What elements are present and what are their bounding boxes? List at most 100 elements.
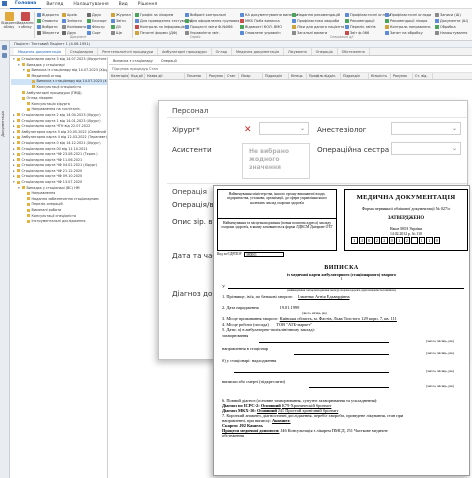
doc-tab-medical-docs-2[interactable]: Медична документація <box>232 48 284 55</box>
grid-column-header[interactable]: Підрозділ <box>341 73 369 79</box>
ribbon-btn-save[interactable]: Зберегти <box>37 30 59 36</box>
vypiska-title: ВИПИСКА <box>324 265 359 271</box>
tab-settings[interactable]: Налаштування <box>68 0 113 9</box>
line-admission: б) у стаціонарі: надходження <box>222 358 277 363</box>
anesthesiologist-combo[interactable]: ⌄ <box>391 122 461 135</box>
open-record-button[interactable]: Відкрити обліку <box>1 12 17 30</box>
ribbon: Відкрити обліку Видалити з обліку Відкри… <box>0 9 472 41</box>
doc-tab-xray[interactable]: Рентгенологічні процедури <box>98 48 159 55</box>
ribbon-group-document: Документ <box>70 35 87 39</box>
line-patient-name: 1. Прізвище, ім'я, по батькові хворого І… <box>222 294 350 299</box>
tree-item-label: Стаціонарна карта ЧФ 13.07.2020 <box>21 180 83 185</box>
tree-item-label: Стаціонарна карта ЧФ 23.08.2021 (Терап.) <box>21 152 98 157</box>
grid-column-header[interactable]: Ст. від. <box>413 73 433 79</box>
grid-column-header[interactable]: Рахунок <box>207 73 225 79</box>
tree-item-label: Стаціонарна карта ЧФ 21.12.2020 <box>21 168 83 173</box>
grid-column-header[interactable]: Кінець <box>289 73 307 79</box>
sidebar-label[interactable]: Документація <box>1 111 5 137</box>
destination-caption: (найменування і місцезнаходження закладу… <box>287 289 396 292</box>
tab-home[interactable]: Головна <box>10 0 42 9</box>
folder-icon <box>27 74 30 78</box>
tree-item-label: Направлення на госпіталіз. <box>31 107 81 112</box>
order-digit: 1 <box>396 237 403 244</box>
folder-icon <box>27 208 30 212</box>
ribbon-btn-c7-3[interactable]: Оновлене управлін <box>240 30 298 36</box>
folder-icon <box>17 124 20 128</box>
order-digit: 2 <box>403 237 410 244</box>
grid-column-header[interactable]: Підрозділ <box>263 73 289 79</box>
ribbon-app-icon[interactable] <box>0 0 10 9</box>
tree-item-label: Консультації спеціаліста <box>31 213 77 218</box>
ribbon-btn-c10-3[interactable]: Запит на обробку <box>385 30 431 36</box>
grid-column-header[interactable]: Код дії <box>129 73 145 79</box>
form-title: МЕДИЧНА ДОКУМЕНТАЦІЯ <box>356 194 456 201</box>
tree-item[interactable]: Інструментальні дослідження <box>11 219 107 225</box>
tree-item-label: Амбулаторні процедури (ПМД) <box>26 90 82 95</box>
remove-record-button[interactable]: Видалити з обліку <box>17 12 33 30</box>
ribbon-col-6: Вибрані контрольні Для оформлення групов… <box>185 12 239 36</box>
surgeon-combo[interactable]: ⌄ <box>259 122 309 135</box>
ribbon-btn-c5-3[interactable]: Печатні форми (ДФ) <box>135 30 193 36</box>
tree-item-label: Виписка із стаціонару від 14.07.2023 (Хі… <box>31 68 108 73</box>
ribbon-btn-c11-3[interactable]: Налаштування <box>435 30 468 36</box>
nurse-label: Операційна сестра <box>317 145 390 154</box>
ribbon-tabs: Головна Вигляд Налаштування Вид Рішення <box>0 0 472 9</box>
tab-view[interactable]: Вигляд <box>41 0 68 9</box>
tab-vid[interactable]: Вид <box>114 0 133 9</box>
folder-icon <box>22 63 25 67</box>
grid-column-header[interactable]: Стан <box>225 73 239 79</box>
ribbon-btn-more[interactable]: Ще <box>111 30 131 36</box>
ribbon-col-5: Графік за лікарем Для проведення тестува… <box>135 12 193 36</box>
document-tabs: Медична документація Стаціонарна Рентген… <box>0 48 472 56</box>
main-tab-discharge[interactable]: Виписка з стаціонару <box>109 57 157 64</box>
birth-date-caption: (число, місяць, рік) <box>302 311 327 315</box>
folder-icon <box>27 68 30 72</box>
assistants-multiselect[interactable]: Не вибрано жодного значення <box>242 143 310 179</box>
folder-icon <box>32 79 35 83</box>
date-caption-1: (число, місяць, рік) <box>426 339 454 343</box>
folder-icon <box>27 202 30 206</box>
folder-icon <box>17 113 20 117</box>
anesthesiologist-label: Анестезіолог <box>317 125 367 134</box>
tab-decisions[interactable]: Рішення <box>133 0 162 9</box>
main-tabs: Виписка з стаціонару Операції <box>109 57 472 65</box>
folder-icon <box>17 169 20 173</box>
main-tab-operations[interactable]: Операції <box>157 57 181 64</box>
doc-tab-treatment[interactable]: Лікування <box>284 48 312 55</box>
ribbon-btn-sort[interactable]: Сорт <box>87 30 107 36</box>
grid-column-header[interactable]: Кількість <box>369 73 391 79</box>
grid-column-header[interactable]: Рахунок <box>391 73 413 79</box>
tree-item-label: Огляд лікарем <box>26 96 53 101</box>
operation-section-title: Операція <box>172 187 207 196</box>
tree-item-label: Інструментальні дослідження <box>31 219 86 224</box>
sidebar-pin-icon[interactable] <box>2 45 7 50</box>
doc-tab-medical-docs[interactable]: Медична документація <box>14 48 66 55</box>
folder-icon <box>17 141 20 145</box>
ribbon-col-3: Друк Експорт Фільтр Сорт <box>87 12 107 36</box>
grid-column-header[interactable]: Назва дії <box>145 73 185 79</box>
doc-tab-operation[interactable]: Операція <box>312 48 338 55</box>
tree-item-label: Стаціонарна карта ЧТН від 22.07.2022 <box>21 124 91 129</box>
grid-column-header[interactable]: Початок <box>185 73 207 79</box>
folder-open-icon <box>4 12 14 21</box>
grid-column-header[interactable]: Категорія <box>109 73 129 79</box>
tree-item-label: Стаціонарна карта 00 від 11.10.2021 <box>21 146 88 151</box>
nurse-combo[interactable]: ⌄ <box>391 142 461 155</box>
edrpou-label: Код за ЄДРПОУ <box>217 252 242 256</box>
surgeon-clear-icon[interactable]: ✕ <box>244 126 252 135</box>
folder-icon <box>17 180 20 184</box>
line-discharge: виписки або смерті (підкреслити) <box>222 379 286 384</box>
delete-icon <box>20 12 30 21</box>
facility-text: Найменування та місцезнаходження (повна … <box>221 221 333 230</box>
doc-tab-examination[interactable]: Обстеження <box>338 48 370 55</box>
sidebar-expand-icon[interactable] <box>2 53 7 58</box>
grid-column-header[interactable]: Лікар <box>239 73 263 79</box>
folder-icon <box>27 107 30 111</box>
doc-tab-exam[interactable]: Огляд <box>212 48 232 55</box>
page-number: 1 <box>340 277 343 281</box>
doc-tab-inpatient[interactable]: Стаціонарна <box>66 48 99 55</box>
doc-tab-outpatient[interactable]: Амбулаторні процедури <box>158 48 212 55</box>
tree-item-label: Стаціонарна карта ЧФ 11.06.2021 <box>21 157 83 162</box>
grid-column-header[interactable]: Профіль відділ. <box>307 73 341 79</box>
ribbon-col-7: КА документування виписки МКБ ПоКа випис… <box>240 12 298 36</box>
